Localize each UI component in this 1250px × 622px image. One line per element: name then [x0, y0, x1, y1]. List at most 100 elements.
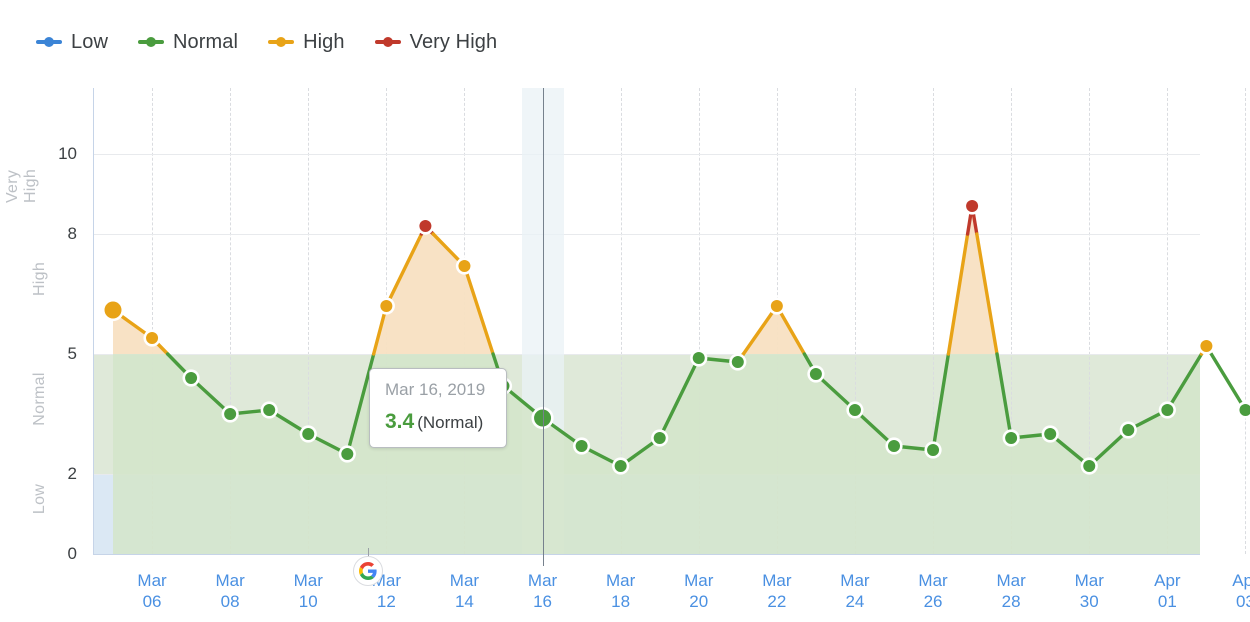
x-tick-day: 03	[1235, 592, 1250, 611]
x-tick-day: 22	[767, 592, 787, 611]
data-point[interactable]: Mar 10: 3 (Normal)	[302, 428, 315, 440]
y-axis-tick: 10	[58, 144, 77, 163]
x-axis-tick[interactable]: Mar 14	[450, 570, 479, 612]
y-band-label-low: Low	[31, 483, 48, 515]
data-point[interactable]: Mar 06: 5.4 (High)	[146, 332, 159, 344]
tooltip-value: 3.4	[385, 410, 415, 433]
x-axis-tick[interactable]: Mar 22	[762, 570, 791, 612]
legend-marker-icon	[36, 35, 62, 49]
data-point[interactable]: Mar 29: 3 (Normal)	[1044, 428, 1057, 440]
legend-item-very-high[interactable]: Very High	[374, 30, 498, 54]
x-tick-day: 16	[533, 592, 552, 611]
legend-marker-icon	[374, 35, 401, 49]
x-tick-day: 12	[376, 592, 396, 611]
x-axis-tick[interactable]: Mar 20	[684, 570, 713, 612]
data-point[interactable]: Mar 22: 6.2 (High)	[770, 300, 783, 312]
x-axis-tick[interactable]: Apr 01	[1154, 570, 1180, 612]
crosshair-line	[542, 88, 544, 566]
legend-item-normal[interactable]: Normal	[138, 31, 238, 54]
x-tick-day: 08	[220, 592, 240, 611]
legend-label: Low	[71, 30, 108, 53]
data-point[interactable]: Mar 25: 2.7 (Normal)	[888, 440, 900, 452]
y-axis-tick: 8	[67, 224, 77, 243]
data-point[interactable]: Mar 21: 4.8 (Normal)	[731, 356, 744, 368]
tooltip-date: Mar 16, 2019	[385, 380, 486, 399]
data-point[interactable]: Apr 02: 5.2 (High)	[1200, 340, 1213, 352]
series-graphic: Mar 05: 6.1 (High) Mar 06: 5.4 (High) Mar …	[101, 197, 1250, 554]
data-point[interactable]: Mar 12: 6.2 (High)	[380, 300, 393, 312]
data-point[interactable]: Mar 27: 8.7 (Very High)	[966, 200, 979, 212]
x-axis-tick[interactable]: Apr 03	[1232, 570, 1250, 612]
x-axis-tick[interactable]: Mar 28	[997, 570, 1026, 612]
x-tick-month: Apr	[1232, 571, 1250, 590]
data-point[interactable]: Mar 30: 2.2 (Normal)	[1083, 460, 1096, 472]
x-tick-day: 01	[1157, 592, 1177, 611]
x-tick-month: Mar	[1074, 571, 1104, 590]
x-tick-day: 06	[142, 592, 162, 611]
legend-label: Very High	[409, 30, 498, 53]
x-tick-month: Apr	[1154, 571, 1181, 590]
x-tick-month: Mar	[762, 571, 792, 590]
x-tick-month: Mar	[840, 571, 870, 590]
x-tick-month: Mar	[606, 571, 636, 590]
x-tick-month: Mar	[918, 571, 948, 590]
data-point[interactable]: Mar 09: 3.6 (Normal)	[263, 404, 276, 416]
data-point-tooltip: Mar 16, 2019 3.4 (Normal)	[369, 368, 507, 448]
x-axis-tick[interactable]: Mar 30	[1075, 570, 1104, 612]
y-band-label-normal: Normal	[31, 372, 48, 426]
legend-label: Normal	[173, 30, 239, 53]
y-band-label-very-high: Very High	[4, 168, 39, 204]
x-axis-tick[interactable]: Mar 10	[294, 570, 323, 612]
x-tick-month: Mar	[449, 571, 480, 590]
data-point[interactable]: Mar 11: 2.5 (Normal)	[341, 448, 354, 460]
tooltip-category: (Normal)	[417, 413, 484, 432]
x-axis-tick[interactable]: Mar 06	[137, 570, 166, 612]
x-axis-tick[interactable]: Mar 24	[840, 570, 869, 612]
x-tick-day: 26	[923, 592, 943, 611]
data-point[interactable]: Mar 13: 8.2 (Very High)	[419, 220, 432, 232]
x-axis: Mar 06 Mar 08 Mar 10 Mar 12 Mar 14 Mar 16 Mar 18 Mar 20…	[93, 562, 1250, 622]
legend-marker-icon	[268, 35, 295, 49]
legend-item-high[interactable]: High	[268, 31, 345, 54]
data-point[interactable]: Mar 17: 2.7 (Normal)	[575, 440, 588, 452]
data-point[interactable]: Apr 01: 3.6 (Normal)	[1161, 404, 1174, 416]
data-point[interactable]: Mar 05: 6.1 (High)	[104, 301, 122, 319]
y-axis-tick: 2	[67, 464, 77, 483]
x-tick-day: 14	[454, 592, 474, 611]
data-point[interactable]: Mar 23: 4.5 (Normal)	[809, 368, 822, 380]
data-point[interactable]: Mar 18: 2.2 (Normal)	[614, 460, 627, 472]
x-tick-month: Mar	[293, 571, 323, 590]
x-tick-day: 18	[611, 592, 631, 611]
x-tick-month: Mar	[527, 571, 558, 590]
data-point[interactable]: Mar 07: 4.4 (Normal)	[185, 372, 198, 384]
data-point[interactable]: Mar 19: 2.9 (Normal)	[653, 432, 666, 444]
x-tick-month: Mar	[684, 571, 714, 590]
y-band-label-high: High	[31, 261, 48, 297]
x-tick-day: 20	[689, 592, 709, 611]
y-axis: 0 2 5 8 10 Low Normal High Very High	[0, 88, 93, 563]
x-axis-tick[interactable]: Mar 16	[528, 570, 557, 612]
x-tick-month: Mar	[215, 571, 245, 590]
data-point[interactable]: Mar 20: 4.9 (Normal)	[692, 352, 705, 364]
data-point[interactable]: Mar 08: 3.5 (Normal)	[224, 408, 237, 420]
legend-label: High	[303, 30, 345, 53]
data-point[interactable]: Mar 26: 2.6 (Normal)	[927, 444, 940, 456]
data-point[interactable]: Mar 31: 3.1 (Normal)	[1122, 424, 1135, 436]
google-logo-icon	[359, 562, 377, 580]
x-tick-month: Mar	[996, 571, 1026, 590]
data-point[interactable]: Mar 24: 3.6 (Normal)	[848, 404, 861, 416]
legend-marker-icon	[138, 35, 164, 49]
x-tick-day: 30	[1079, 592, 1099, 611]
google-source-marker[interactable]	[353, 548, 385, 588]
data-point[interactable]: Mar 14: 7.2 (High)	[458, 260, 471, 272]
legend-item-low[interactable]: Low	[36, 31, 108, 54]
seo-visibility-chart-widget: Low Normal High Very High 0 2 5 8 10 Low Normal Hi…	[0, 0, 1250, 611]
x-tick-day: 24	[845, 592, 865, 611]
x-tick-month: Mar	[137, 571, 167, 590]
x-axis-tick[interactable]: Mar 26	[918, 570, 947, 612]
x-axis-tick[interactable]: Mar 08	[216, 570, 245, 612]
x-axis-tick[interactable]: Mar 18	[606, 570, 635, 612]
gridline-vertical	[1245, 88, 1247, 554]
data-point[interactable]: Mar 28: 2.9 (Normal)	[1005, 432, 1018, 444]
tooltip-value-row: 3.4 (Normal)	[385, 410, 491, 434]
